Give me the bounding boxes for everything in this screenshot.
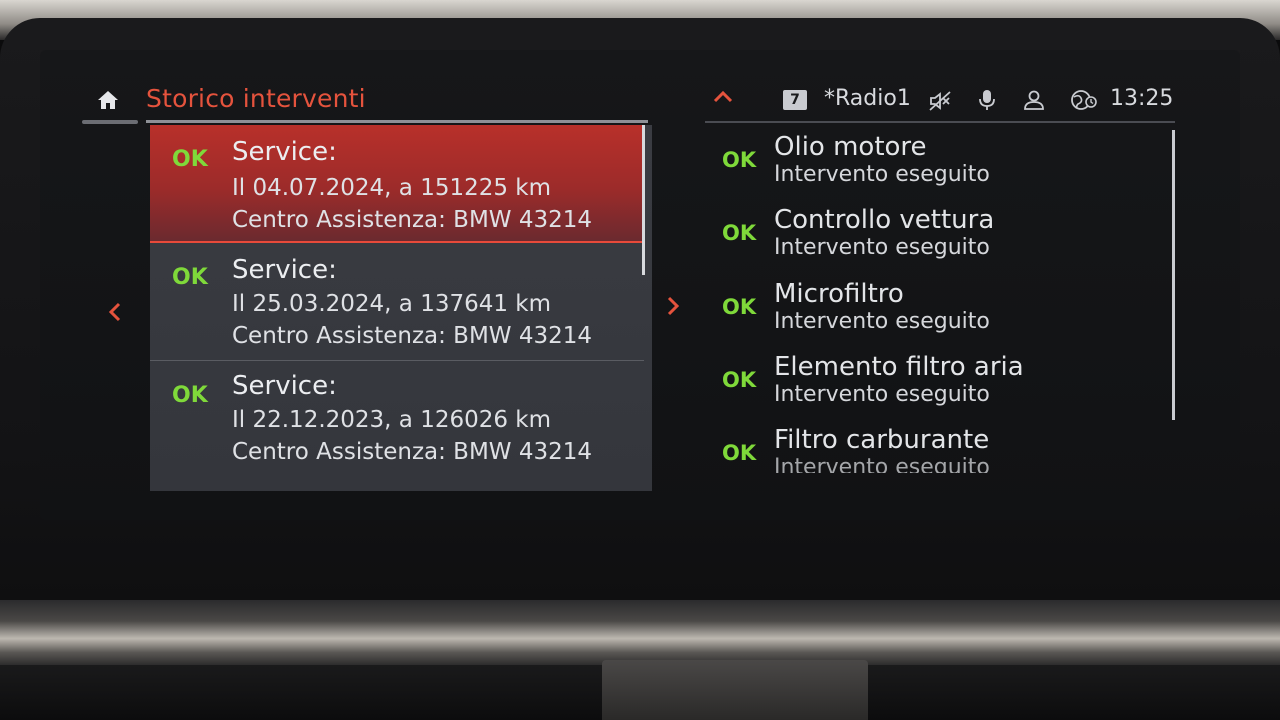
chevron-up-icon[interactable]: [712, 88, 734, 104]
user-icon: [1024, 90, 1044, 110]
home-icon[interactable]: [96, 88, 120, 112]
globe-icon: [1071, 90, 1097, 110]
status-ok: OK: [722, 295, 757, 319]
radio-preset-badge: 7: [783, 90, 807, 110]
list-scrollbar[interactable]: [642, 125, 645, 275]
detail-status: Intervento eseguito: [774, 382, 990, 407]
status-ok: OK: [172, 147, 208, 172]
detail-title: Filtro carburante: [774, 425, 990, 455]
title-underline: [146, 120, 648, 123]
detail-title: Elemento filtro aria: [774, 352, 1024, 382]
detail-item-4[interactable]: OK Elemento filtro aria Intervento esegu…: [720, 352, 1160, 422]
chevron-right-icon[interactable]: [664, 294, 682, 318]
detail-status: Intervento eseguito: [774, 455, 990, 473]
service-date: Il 22.12.2023, a 126026 km: [232, 407, 552, 433]
detail-scrollbar[interactable]: [1172, 130, 1175, 420]
detail-status: Intervento eseguito: [774, 162, 990, 187]
service-center: Centro Assistenza: BMW 43214: [232, 323, 593, 349]
status-ok: OK: [172, 265, 208, 290]
service-center: Centro Assistenza: BMW 43214: [232, 439, 593, 465]
service-date: Il 04.07.2024, a 151225 km: [232, 175, 552, 201]
detail-item-2[interactable]: OK Controllo vettura Intervento eseguito: [720, 205, 1160, 275]
detail-item-5[interactable]: OK Filtro carburante Intervento eseguito: [720, 425, 1160, 495]
microphone-icon: [979, 90, 995, 110]
console-panel: [602, 660, 868, 720]
status-ok: OK: [722, 441, 757, 465]
detail-item-3[interactable]: OK Microfiltro Intervento eseguito: [720, 279, 1160, 349]
page-title: Storico interventi: [146, 84, 366, 113]
radio-station[interactable]: *Radio1: [824, 86, 911, 111]
service-row-2[interactable]: OK Service: Il 25.03.2024, a 137641 km C…: [150, 243, 644, 361]
service-title: Service:: [232, 137, 337, 167]
detail-underline: [705, 121, 1175, 123]
service-center: Centro Assistenza: BMW 43214: [232, 207, 593, 233]
detail-item-1[interactable]: OK Olio motore Intervento eseguito: [720, 132, 1160, 202]
service-row-3[interactable]: OK Service: Il 22.12.2023, a 126026 km C…: [150, 361, 644, 479]
detail-status: Intervento eseguito: [774, 235, 990, 260]
service-row-1[interactable]: OK Service: Il 04.07.2024, a 151225 km C…: [150, 125, 644, 243]
service-title: Service:: [232, 371, 337, 401]
detail-title: Microfiltro: [774, 279, 904, 309]
detail-title: Olio motore: [774, 132, 927, 162]
status-ok: OK: [722, 221, 757, 245]
mute-icon: [929, 91, 951, 111]
status-ok: OK: [722, 148, 757, 172]
chevron-left-icon[interactable]: [106, 300, 124, 324]
home-underline: [82, 120, 138, 124]
service-date: Il 25.03.2024, a 137641 km: [232, 291, 552, 317]
detail-status: Intervento eseguito: [774, 309, 990, 334]
clock: 13:25: [1110, 86, 1174, 111]
service-title: Service:: [232, 255, 337, 285]
status-ok: OK: [172, 383, 208, 408]
service-history-list: OK Service: Il 04.07.2024, a 151225 km C…: [150, 125, 652, 491]
status-ok: OK: [722, 368, 757, 392]
detail-title: Controllo vettura: [774, 205, 995, 235]
